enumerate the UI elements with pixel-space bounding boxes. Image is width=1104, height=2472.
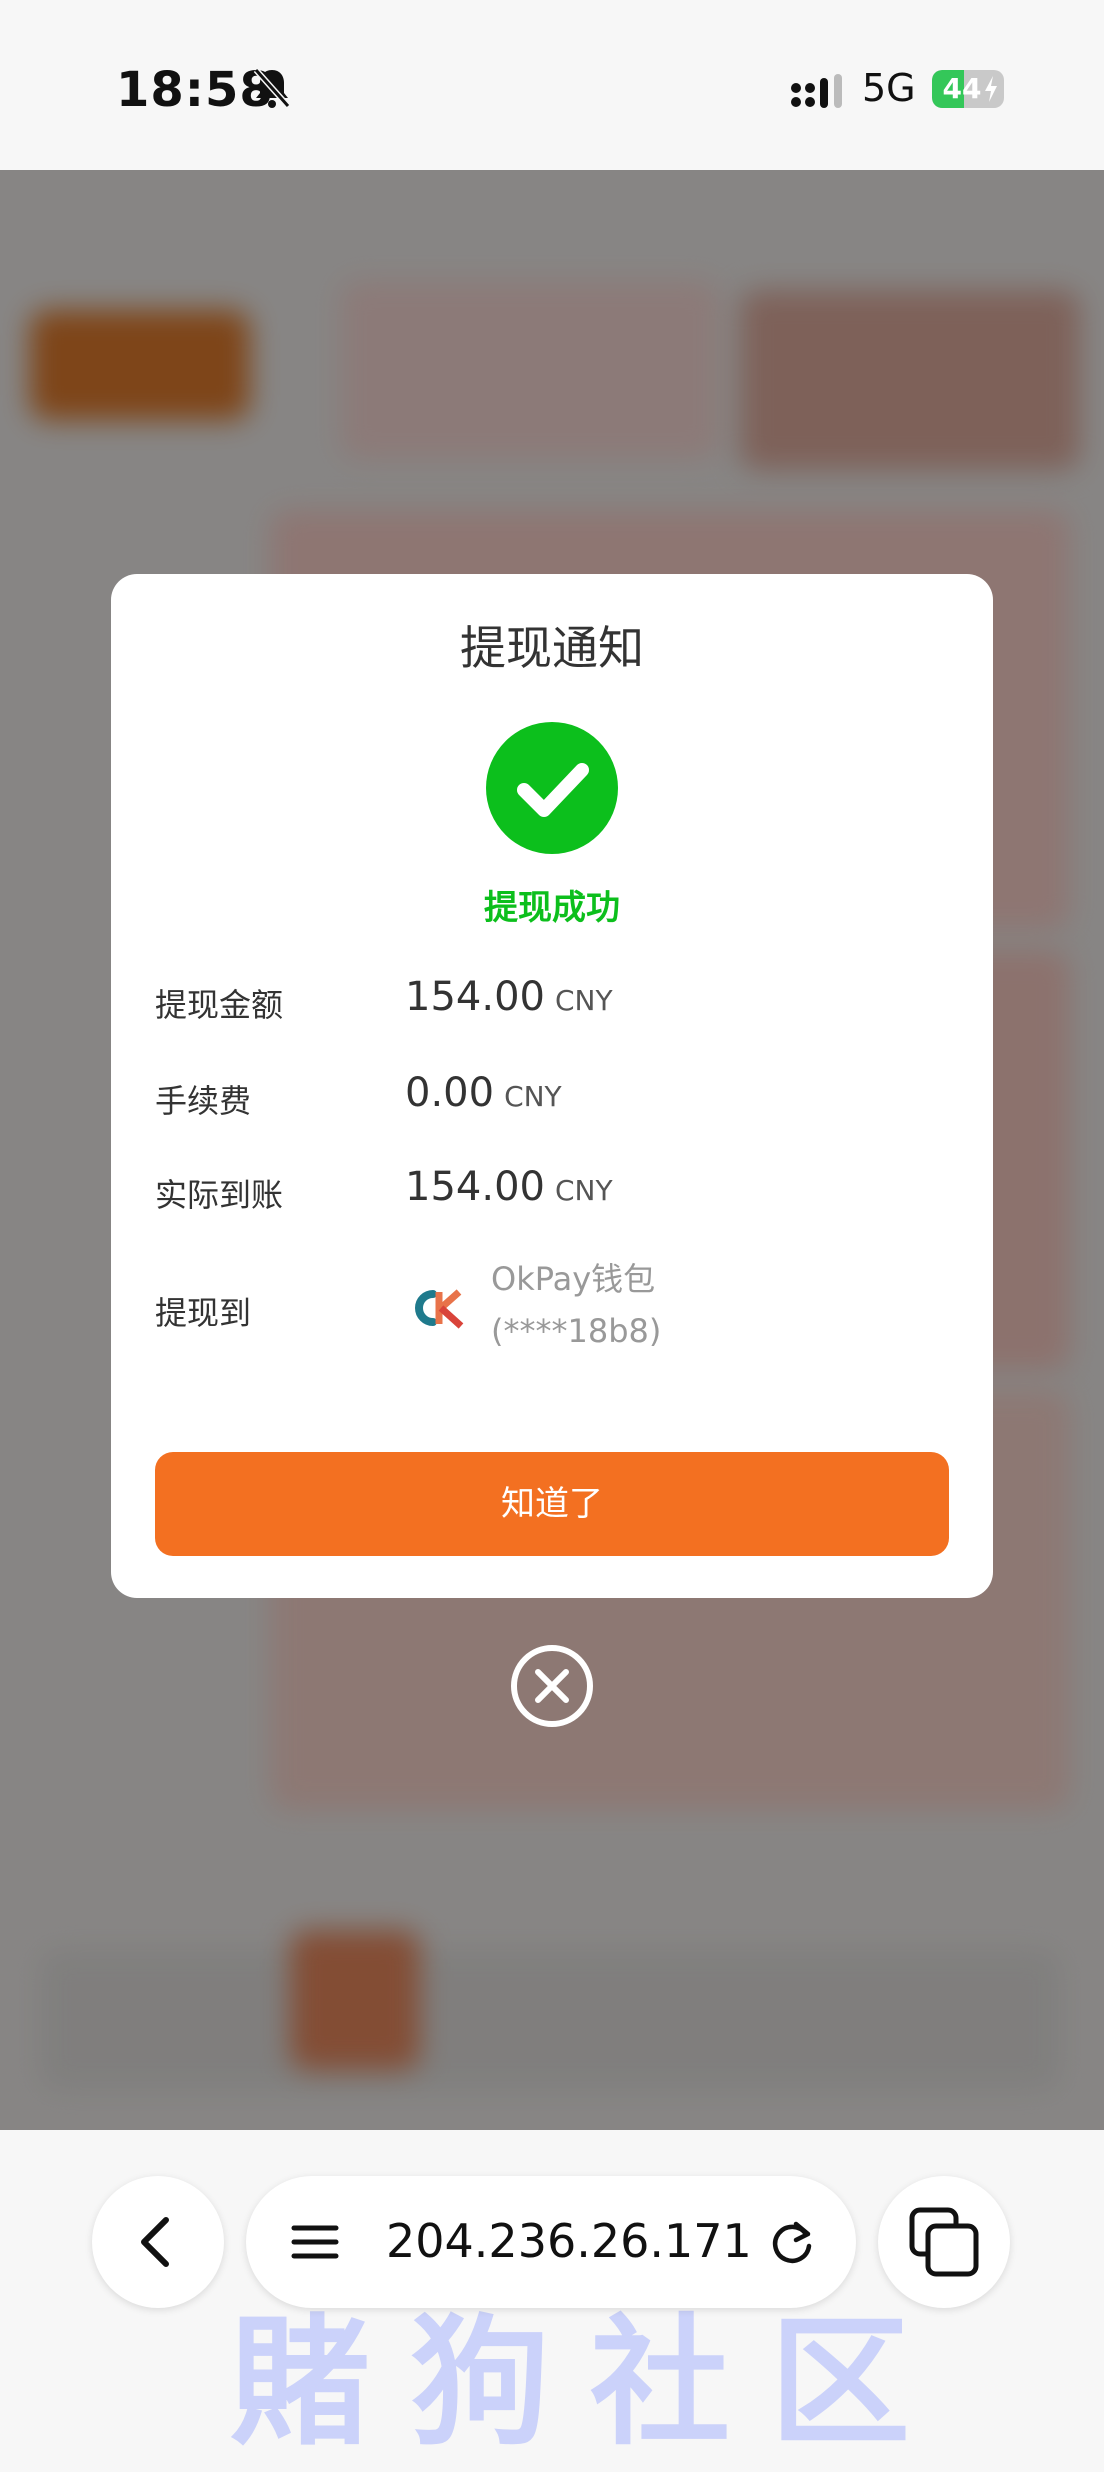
- status-time: 18:58: [116, 62, 274, 118]
- network-type: 5G: [862, 66, 916, 110]
- battery-indicator: 44: [932, 70, 1004, 108]
- received-number: 154.00: [405, 1164, 545, 1210]
- cellular-signal-icon: [791, 74, 842, 108]
- menu-icon[interactable]: [290, 2222, 340, 2262]
- tabs-icon: [909, 2207, 979, 2277]
- confirm-button[interactable]: 知道了: [155, 1452, 949, 1556]
- chevron-left-icon: [141, 2217, 169, 2267]
- close-icon[interactable]: [508, 1642, 596, 1730]
- reload-icon[interactable]: [766, 2216, 818, 2268]
- battery-percent: 44: [942, 72, 982, 105]
- amount-number: 154.00: [405, 974, 545, 1020]
- amount-label: 提现金额: [155, 986, 284, 1024]
- fee-value: 0.00 CNY: [405, 1070, 562, 1116]
- mute-bell-icon: [253, 68, 291, 108]
- amount-currency: CNY: [554, 984, 613, 1017]
- okpay-logo-icon: [415, 1289, 464, 1329]
- back-button[interactable]: [92, 2176, 224, 2308]
- fee-label: 手续费: [155, 1082, 252, 1120]
- amount-value: 154.00 CNY: [405, 974, 613, 1020]
- wallet-name: OkPay钱包: [491, 1260, 656, 1298]
- received-label: 实际到账: [155, 1176, 284, 1214]
- tabs-button[interactable]: [878, 2176, 1010, 2308]
- received-currency: CNY: [554, 1174, 613, 1207]
- withdrawal-status: 提现成功: [484, 888, 620, 928]
- withdrawal-dialog: 提现通知 提现成功 提现金额 154.00 CNY 手续费 0.00 CNY 实际到…: [111, 574, 993, 1598]
- fee-number: 0.00: [405, 1070, 495, 1116]
- destination-label: 提现到: [155, 1294, 252, 1332]
- dialog-title: 提现通知: [460, 621, 644, 675]
- wallet-account: (****18b8): [491, 1312, 662, 1350]
- success-check-icon: [486, 722, 618, 854]
- address-bar[interactable]: 204.236.26.171: [246, 2176, 856, 2308]
- fee-currency: CNY: [504, 1080, 562, 1113]
- received-value: 154.00 CNY: [405, 1164, 613, 1210]
- url-text[interactable]: 204.236.26.171: [386, 2214, 752, 2268]
- charging-bolt-icon: [985, 76, 997, 102]
- status-bar: 18:58 5G 44: [0, 0, 1104, 170]
